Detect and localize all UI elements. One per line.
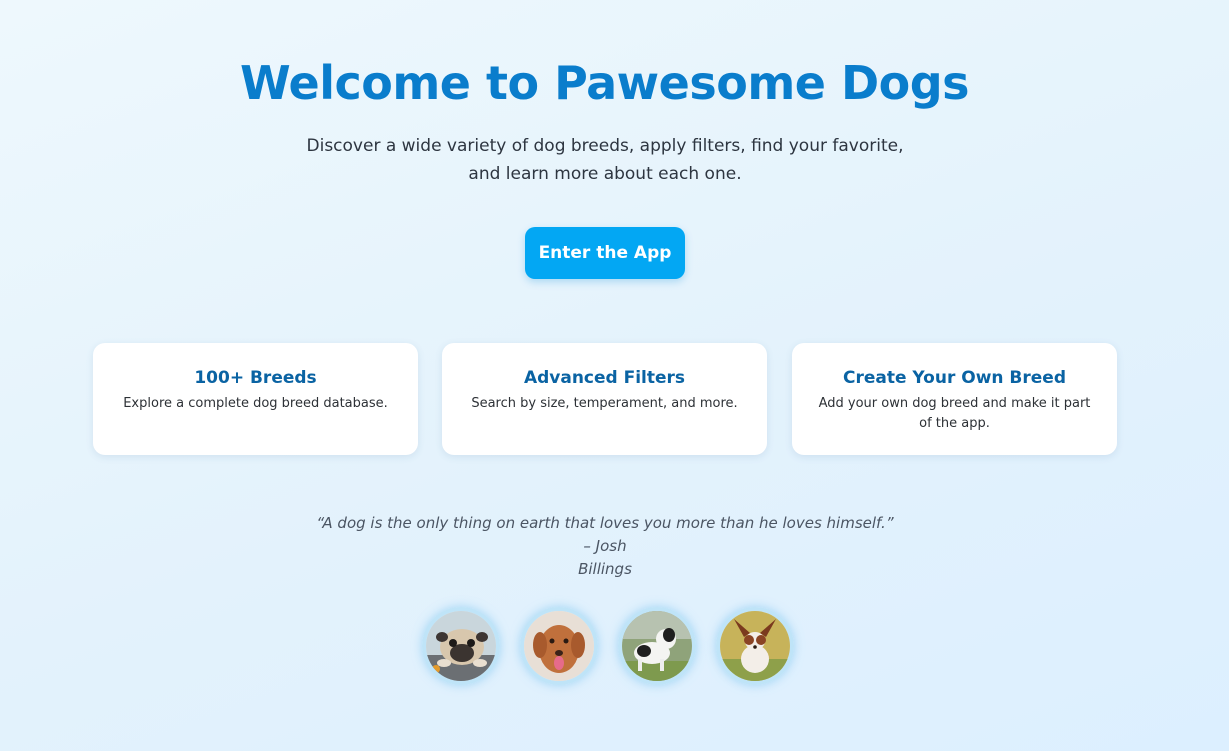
feature-card-filters: Advanced Filters Search by size, tempera… (442, 343, 767, 455)
feature-card-breeds: 100+ Breeds Explore a complete dog breed… (93, 343, 418, 455)
hero-title: Welcome to Pawesome Dogs (239, 56, 970, 110)
feature-card-title: Advanced Filters (523, 368, 686, 388)
quote-line2: Billings (578, 560, 632, 578)
papillon-photo-icon (716, 607, 794, 685)
pug-photo-icon (422, 607, 500, 685)
feature-card-description: Explore a complete dog breed database. (123, 396, 388, 411)
retriever-photo-icon (520, 607, 598, 685)
quote-line1: “A dog is the only thing on earth that l… (316, 514, 894, 555)
feature-card-description: Add your own dog breed and make it part … (818, 396, 1091, 431)
feature-card-create-breed: Create Your Own Breed Add your own dog b… (792, 343, 1117, 455)
feature-card-description: Search by size, temperament, and more. (471, 396, 738, 411)
dog-gallery (422, 607, 794, 685)
hero-subtitle-line2: and learn more about each one. (468, 164, 742, 184)
hero-subtitle-line1: Discover a wide variety of dog breeds, a… (306, 136, 904, 156)
hero-subtitle: Discover a wide variety of dog breeds, a… (305, 132, 905, 188)
enter-app-button[interactable]: Enter the App (525, 227, 685, 279)
border-collie-photo-icon (618, 607, 696, 685)
feature-card-title: 100+ Breeds (194, 368, 317, 388)
feature-card-title: Create Your Own Breed (842, 368, 1067, 388)
dog-quote: “A dog is the only thing on earth that l… (315, 512, 895, 581)
